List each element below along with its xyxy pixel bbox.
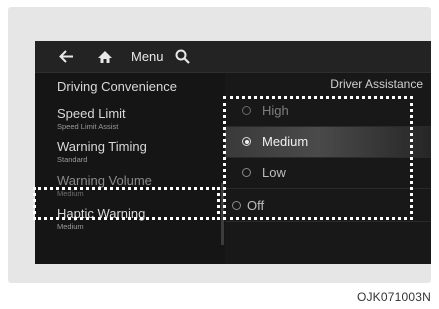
list-item-subtitle: Medium [57,222,84,231]
list-item-warning-timing[interactable]: Warning Timing Standard [35,136,223,166]
top-navigation-bar: Menu [35,41,431,73]
list-item-speed-limit[interactable]: Speed Limit Speed Limit Assist [35,103,223,133]
list-item-driving-convenience[interactable]: Driving Convenience [35,73,223,101]
search-icon[interactable] [173,41,191,72]
settings-list: Driving Convenience Speed Limit Speed Li… [35,73,223,264]
highlight-box-warning-volume [33,187,220,220]
figure-frame: Menu Driving Convenience Speed Limit Spe… [0,0,439,309]
list-item-title: Driving Convenience [57,79,177,94]
pane-header: Driver Assistance [330,77,423,91]
figure-caption: OJK071003N [356,290,431,304]
list-item-subtitle: Standard [57,155,88,164]
list-item-subtitle: Speed Limit Assist [57,122,119,131]
arrow-left-icon[interactable] [57,41,75,72]
list-item-title: Speed Limit [57,106,126,121]
highlight-box-options [223,96,413,220]
list-item-title: Warning Volume [57,173,152,188]
list-item-title: Warning Timing [57,139,147,154]
menu-button[interactable]: Menu [131,41,164,72]
home-icon[interactable] [95,41,115,72]
